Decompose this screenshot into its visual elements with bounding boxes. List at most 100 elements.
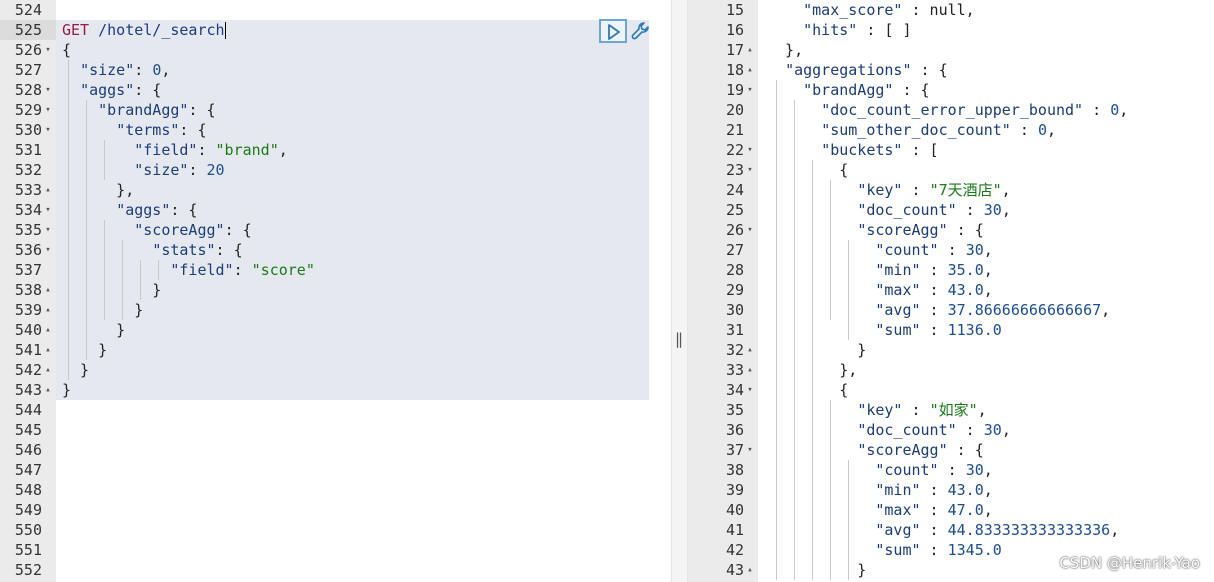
code-line[interactable]: 527 "size": 0, (0, 60, 671, 80)
code-line[interactable]: 551 (0, 540, 671, 560)
fold-toggle-down-icon[interactable]: ▾ (43, 200, 53, 220)
json-colon: : (956, 201, 975, 219)
fold-toggle-down-icon[interactable]: ▾ (745, 380, 755, 400)
request-editor[interactable]: 524 525 GET /hotel/_search 526 ▾{527 "size":… (0, 0, 671, 582)
code-line[interactable]: 40 "max" : 47.0, (688, 500, 1214, 520)
code-text: "doc_count_error_upper_bound" : 0, (767, 100, 1128, 120)
code-line[interactable]: 37 ▾ "scoreAgg" : { (688, 440, 1214, 460)
code-text: "key" : "如家", (767, 400, 986, 420)
code-line[interactable]: 21 "sum_other_doc_count" : 0, (688, 120, 1214, 140)
code-line[interactable]: 25 "doc_count" : 30, (688, 200, 1214, 220)
code-line[interactable]: 547 (0, 460, 671, 480)
code-line[interactable]: 16 "hits" : [ ] (688, 20, 1214, 40)
json-colon: : (920, 281, 939, 299)
code-line[interactable]: 545 (0, 420, 671, 440)
code-line[interactable]: 528 ▾ "aggs": { (0, 80, 671, 100)
code-line[interactable]: 41 "avg" : 44.833333333333336, (688, 520, 1214, 540)
code-line[interactable]: 544 (0, 400, 671, 420)
code-line[interactable]: 27 "count" : 30, (688, 240, 1214, 260)
fold-toggle-up-icon[interactable]: ▴ (745, 40, 755, 60)
code-line[interactable]: 29 "max" : 43.0, (688, 280, 1214, 300)
code-line[interactable]: 542 ▴ } (0, 360, 671, 380)
response-code-lines[interactable]: 15 "max_score" : null, 16 "hits" : [ ] 17 ▴… (688, 0, 1214, 580)
json-key: "count" (875, 241, 939, 259)
fold-toggle-up-icon[interactable]: ▴ (43, 340, 53, 360)
divider-handle[interactable]: || (675, 330, 683, 348)
code-line[interactable]: 525 GET /hotel/_search (0, 20, 671, 40)
code-line[interactable]: 35 "key" : "如家", (688, 400, 1214, 420)
fold-toggle-up-icon[interactable]: ▴ (745, 340, 755, 360)
code-line[interactable]: 546 (0, 440, 671, 460)
fold-toggle-up-icon[interactable]: ▴ (43, 280, 53, 300)
code-line[interactable]: 531 "field": "brand", (0, 140, 671, 160)
code-line[interactable]: 24 "key" : "7天酒店", (688, 180, 1214, 200)
code-line[interactable]: 534 ▾ "aggs": { (0, 200, 671, 220)
code-line[interactable]: 32 ▴ } (688, 340, 1214, 360)
code-line[interactable]: 34 ▾ { (688, 380, 1214, 400)
json-punct (62, 261, 170, 279)
code-line[interactable]: 549 (0, 500, 671, 520)
code-line[interactable]: 530 ▾ "terms": { (0, 120, 671, 140)
fold-toggle-up-icon[interactable]: ▴ (43, 180, 53, 200)
code-line[interactable]: 526 ▾ { (0, 40, 671, 60)
fold-toggle-down-icon[interactable]: ▾ (745, 220, 755, 240)
fold-toggle-down-icon[interactable]: ▾ (43, 100, 53, 120)
request-code-lines[interactable]: 524 525 GET /hotel/_search 526 ▾{527 "size":… (0, 0, 671, 580)
run-request-button[interactable] (599, 19, 627, 43)
fold-toggle-down-icon[interactable]: ▾ (745, 440, 755, 460)
code-line[interactable]: 533 ▴ }, (0, 180, 671, 200)
request-path: /hotel/_search (98, 21, 225, 39)
fold-toggle-up-icon[interactable]: ▴ (745, 560, 755, 580)
code-line[interactable]: 532 "size": 20 (0, 160, 671, 180)
json-key: "key" (857, 401, 903, 419)
code-line[interactable]: 537 "field": "score" (0, 260, 671, 280)
code-line[interactable]: 550 (0, 520, 671, 540)
fold-toggle-down-icon[interactable]: ▾ (43, 120, 53, 140)
code-line[interactable]: 18 ▴ "aggregations" : { (688, 60, 1214, 80)
code-line[interactable]: 30 "avg" : 37.86666666666667, (688, 300, 1214, 320)
request-settings-button[interactable] (630, 20, 652, 42)
response-viewer[interactable]: 15 "max_score" : null, 16 "hits" : [ ] 17 ▴… (688, 0, 1214, 582)
code-line[interactable]: 15 "max_score" : null, (688, 0, 1214, 20)
code-line[interactable]: 524 (0, 0, 671, 20)
fold-toggle-down-icon[interactable]: ▾ (745, 80, 755, 100)
code-line[interactable]: 536 ▾ "stats": { (0, 240, 671, 260)
code-line[interactable]: 529 ▾ "brandAgg": { (0, 100, 671, 120)
fold-toggle-up-icon[interactable]: ▴ (43, 360, 53, 380)
code-line[interactable]: 535 ▾ "scoreAgg": { (0, 220, 671, 240)
code-line[interactable]: 17 ▴ }, (688, 40, 1214, 60)
code-line[interactable]: 539 ▴ } (0, 300, 671, 320)
fold-toggle-down-icon[interactable]: ▾ (43, 80, 53, 100)
code-line[interactable]: 31 "sum" : 1136.0 (688, 320, 1214, 340)
json-key: "avg" (875, 521, 921, 539)
code-line[interactable]: 541 ▴ } (0, 340, 671, 360)
code-line[interactable]: 28 "min" : 35.0, (688, 260, 1214, 280)
json-punct (921, 401, 930, 419)
code-line[interactable]: 538 ▴ } (0, 280, 671, 300)
code-line[interactable]: 552 (0, 560, 671, 580)
code-line[interactable]: 548 (0, 480, 671, 500)
code-line[interactable]: 23 ▾ { (688, 160, 1214, 180)
fold-toggle-down-icon[interactable]: ▾ (43, 40, 53, 60)
code-line[interactable]: 38 "count" : 30, (688, 460, 1214, 480)
fold-toggle-up-icon[interactable]: ▴ (43, 380, 53, 400)
code-line[interactable]: 540 ▴ } (0, 320, 671, 340)
pane-resize-divider[interactable]: || (671, 0, 688, 582)
code-line[interactable]: 39 "min" : 43.0, (688, 480, 1214, 500)
code-line[interactable]: 33 ▴ }, (688, 360, 1214, 380)
code-line[interactable]: 19 ▾ "brandAgg" : { (688, 80, 1214, 100)
code-line[interactable]: 22 ▾ "buckets" : [ (688, 140, 1214, 160)
fold-toggle-down-icon[interactable]: ▾ (43, 240, 53, 260)
code-line[interactable]: 543 ▴} (0, 380, 671, 400)
fold-toggle-down-icon[interactable]: ▾ (745, 160, 755, 180)
fold-toggle-down-icon[interactable]: ▾ (43, 220, 53, 240)
fold-toggle-up-icon[interactable]: ▴ (43, 300, 53, 320)
fold-toggle-up-icon[interactable]: ▴ (43, 320, 53, 340)
fold-toggle-up-icon[interactable]: ▴ (745, 60, 755, 80)
fold-toggle-down-icon[interactable]: ▾ (745, 140, 755, 160)
code-line[interactable]: 36 "doc_count" : 30, (688, 420, 1214, 440)
code-line[interactable]: 20 "doc_count_error_upper_bound" : 0, (688, 100, 1214, 120)
fold-toggle-up-icon[interactable]: ▴ (745, 360, 755, 380)
code-line[interactable]: 26 ▾ "scoreAgg" : { (688, 220, 1214, 240)
json-punct: , (983, 501, 993, 519)
